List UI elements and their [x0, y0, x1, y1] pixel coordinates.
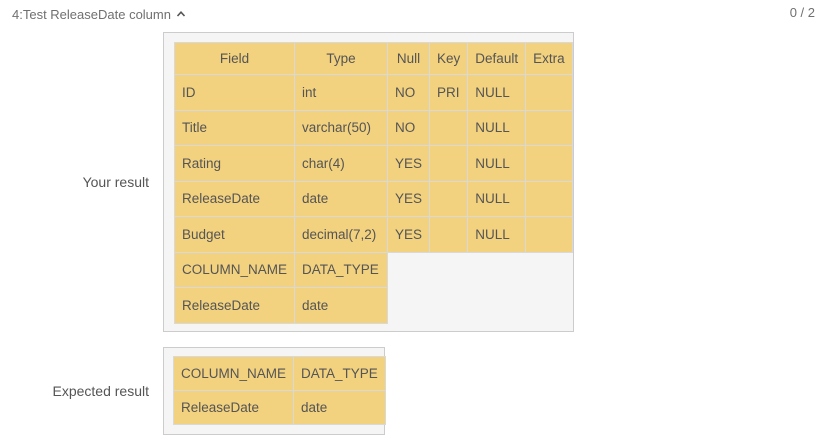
table-cell: COLUMN_NAME	[172, 356, 295, 391]
table-cell	[525, 109, 573, 146]
your-result-table: Field Type Null Key Default Extra ID int…	[173, 42, 573, 324]
your-result-label: Your result	[82, 174, 149, 190]
table-cell: NULL	[467, 145, 527, 182]
table-cell: NO	[387, 109, 431, 146]
table-cell: int	[294, 74, 389, 111]
table-row: Title varchar(50) NO NULL	[173, 109, 573, 146]
expected-result-table: COLUMN_NAME DATA_TYPE ReleaseDate date	[172, 356, 386, 425]
table-cell: PRI	[429, 74, 469, 111]
table-cell: NULL	[467, 216, 527, 253]
table-cell: NULL	[467, 74, 527, 111]
table-cell: YES	[387, 145, 431, 182]
table-row: ReleaseDate date YES NULL	[173, 180, 573, 217]
table-cell	[525, 145, 573, 182]
table-cell	[525, 216, 573, 253]
column-header-key: Key	[429, 42, 469, 75]
table-cell: Budget	[173, 216, 296, 253]
table-cell: decimal(7,2)	[294, 216, 389, 253]
table-cell	[525, 74, 573, 111]
table-cell	[429, 109, 469, 146]
table-cell: NULL	[467, 180, 527, 217]
table-cell: date	[293, 390, 386, 425]
empty-cell	[388, 288, 573, 324]
column-header-type: Type	[294, 42, 389, 75]
table-row: ReleaseDate date	[173, 287, 573, 324]
column-header-field: Field	[173, 42, 296, 75]
table-cell: date	[294, 287, 389, 324]
test-title: 4:Test ReleaseDate column	[12, 6, 171, 22]
table-cell: DATA_TYPE	[294, 251, 389, 288]
table-row: COLUMN_NAME DATA_TYPE	[173, 251, 573, 288]
table-cell: date	[294, 180, 389, 217]
table-cell: char(4)	[294, 145, 389, 182]
column-header-default: Default	[467, 42, 527, 75]
table-cell: ReleaseDate	[173, 287, 296, 324]
table-cell	[429, 180, 469, 217]
table-cell: Title	[173, 109, 296, 146]
table-cell: Rating	[173, 145, 296, 182]
table-cell: COLUMN_NAME	[173, 251, 296, 288]
table-cell: YES	[387, 216, 431, 253]
table-row: Budget decimal(7,2) YES NULL	[173, 216, 573, 253]
table-cell	[429, 216, 469, 253]
chevron-up-icon	[176, 11, 186, 17]
column-header-extra: Extra	[525, 42, 573, 75]
table-cell	[429, 145, 469, 182]
table-row: Rating char(4) YES NULL	[173, 145, 573, 182]
table-cell: varchar(50)	[294, 109, 389, 146]
table-row: COLUMN_NAME DATA_TYPE	[172, 356, 386, 391]
table-cell: NULL	[467, 109, 527, 146]
test-score: 0 / 2	[789, 5, 815, 20]
table-header-row: Field Type Null Key Default Extra	[173, 42, 573, 75]
test-header-toggle[interactable]: 4:Test ReleaseDate column	[12, 5, 186, 23]
empty-cell	[388, 252, 573, 288]
table-cell: DATA_TYPE	[293, 356, 386, 391]
expected-result-label: Expected result	[52, 383, 150, 399]
table-cell: ReleaseDate	[172, 390, 295, 425]
table-row: ID int NO PRI NULL	[173, 74, 573, 111]
table-cell: YES	[387, 180, 431, 217]
table-cell: NO	[387, 74, 431, 111]
table-cell: ID	[173, 74, 296, 111]
column-header-null: Null	[387, 42, 431, 75]
table-row: ReleaseDate date	[172, 390, 386, 425]
table-cell	[525, 180, 573, 217]
table-cell: ReleaseDate	[173, 180, 296, 217]
